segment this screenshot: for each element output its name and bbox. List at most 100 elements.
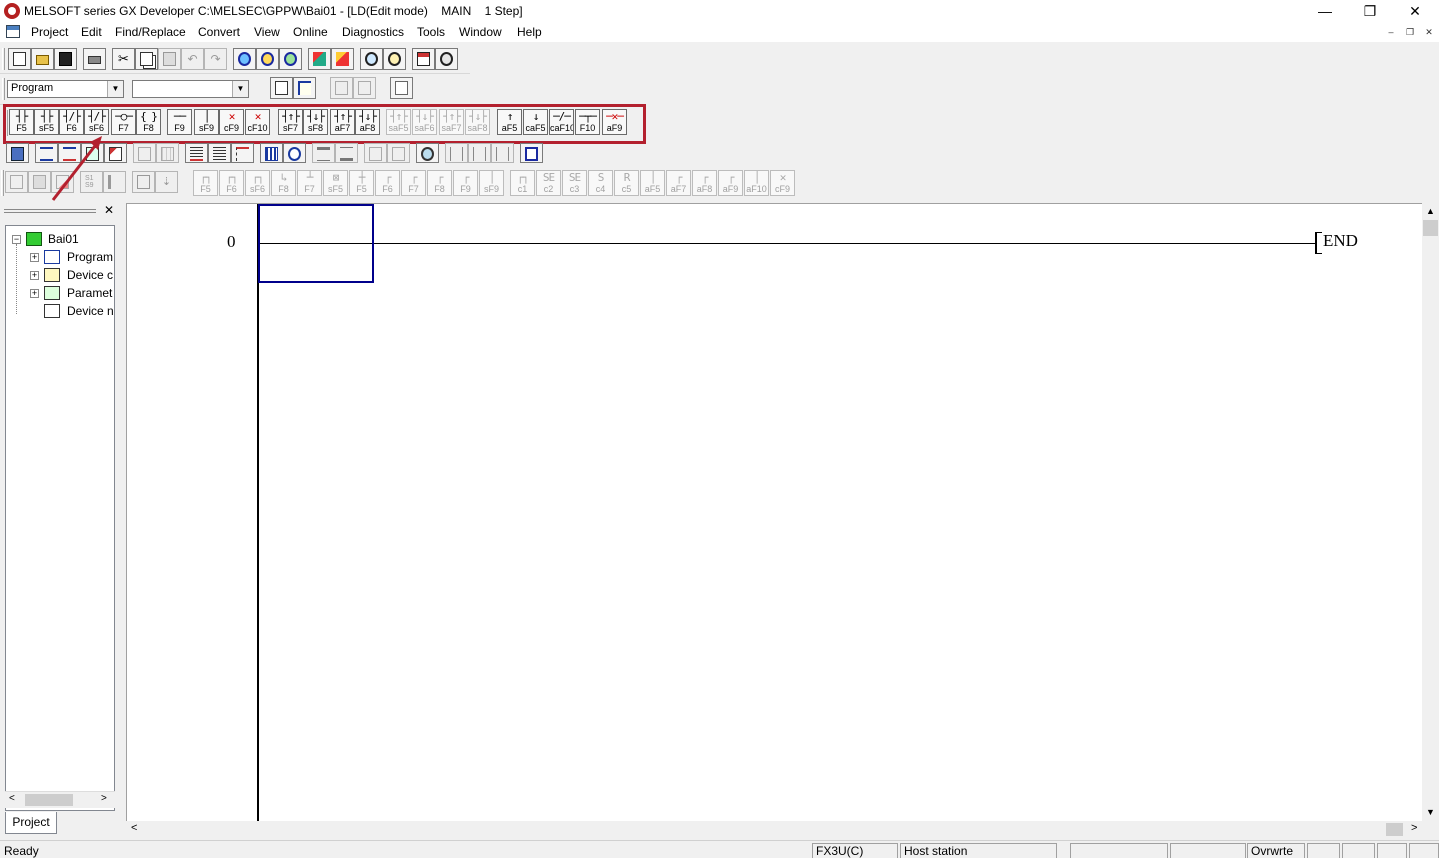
project-panel-header[interactable]: ✕	[2, 203, 118, 219]
expand-icon[interactable]: +	[30, 271, 39, 280]
redo-button[interactable]: ↷	[204, 48, 227, 70]
window-right-button[interactable]	[387, 143, 410, 163]
document-icon[interactable]	[6, 25, 20, 38]
sfc-cf9-button[interactable]: ✕ cF9	[770, 170, 795, 196]
maximize-button[interactable]: ❐	[1347, 0, 1393, 22]
sfc-branch-f9-button[interactable]: ┌ F9	[453, 170, 478, 196]
mdi-minimize-button[interactable]: –	[1384, 26, 1398, 38]
convert-down-button[interactable]	[335, 143, 358, 163]
device-batch-button[interactable]	[6, 143, 29, 163]
cut-button[interactable]: ✂	[112, 48, 135, 70]
toolbar-grip[interactable]	[2, 78, 5, 100]
sfc-c3-button[interactable]: SE c3	[562, 170, 587, 196]
sfc-branch-f8-button[interactable]: ┌ F8	[427, 170, 452, 196]
sfc-parallel-coupling-button[interactable]: ┌ F7	[401, 170, 426, 196]
scroll-left-icon[interactable]: <	[9, 793, 15, 804]
write-to-plc-button[interactable]	[308, 48, 331, 70]
sfc-jump-button[interactable]	[5, 171, 28, 193]
sfc-c5-button[interactable]: Rc5	[614, 170, 639, 196]
comment-button[interactable]	[390, 77, 413, 99]
edit-read-button[interactable]	[208, 143, 231, 163]
menu-window[interactable]: Window	[459, 25, 502, 39]
editor-vertical-scrollbar[interactable]: ▲ ▼	[1422, 203, 1439, 821]
sfc-c1-button[interactable]: ┌┐ c1	[510, 170, 535, 196]
scroll-thumb[interactable]	[1386, 823, 1403, 836]
scroll-thumb[interactable]	[25, 794, 73, 806]
chevron-down-icon[interactable]: ▼	[232, 81, 248, 97]
sfc-af10-button[interactable]: │ aF10	[744, 170, 769, 196]
close-button[interactable]: ✕	[1392, 0, 1438, 22]
window-left-button[interactable]	[364, 143, 387, 163]
sfc-list-button[interactable]	[353, 77, 376, 99]
list-program-button[interactable]	[270, 77, 293, 99]
expand-icon[interactable]: +	[30, 253, 39, 262]
new-project-button[interactable]	[8, 48, 31, 70]
menu-find-replace[interactable]: Find/Replace	[115, 25, 186, 39]
scroll-right-icon[interactable]: >	[101, 793, 107, 804]
data-name-combo[interactable]: ▼	[132, 80, 249, 98]
menu-diagnostics[interactable]: Diagnostics	[342, 25, 404, 39]
sfc-button[interactable]	[330, 77, 353, 99]
device-list-button[interactable]	[260, 143, 283, 163]
copy-button[interactable]	[135, 48, 158, 70]
toolbar-grip[interactable]	[2, 48, 5, 70]
sfc-transition-button[interactable]: ┴ F7	[297, 170, 322, 196]
sfc-step-button[interactable]: ┌┐ F5	[193, 170, 218, 196]
scroll-up-icon[interactable]: ▲	[1426, 206, 1435, 216]
read-mode-button[interactable]	[231, 143, 254, 163]
undo-button[interactable]: ↶	[181, 48, 204, 70]
panel-grip[interactable]	[4, 209, 96, 213]
tree-item-label[interactable]: Device c	[67, 268, 113, 282]
tree-horizontal-scrollbar[interactable]: < >	[5, 791, 115, 808]
search-device-button[interactable]	[416, 143, 439, 163]
editor-horizontal-scrollbar[interactable]: < >	[126, 821, 1422, 838]
minimize-button[interactable]: —	[1302, 0, 1348, 22]
insert-row-button[interactable]	[445, 143, 468, 163]
menu-help[interactable]: Help	[517, 25, 542, 39]
menu-tools[interactable]: Tools	[417, 25, 445, 39]
collapse-icon[interactable]: −	[12, 235, 21, 244]
menu-convert[interactable]: Convert	[198, 25, 240, 39]
sfc-c2-button[interactable]: SE c2	[536, 170, 561, 196]
save-button[interactable]	[54, 48, 77, 70]
menu-project[interactable]: Project	[31, 25, 68, 39]
melsoft-app-icon[interactable]	[4, 3, 20, 19]
ladder-cursor[interactable]	[258, 204, 374, 283]
screen-display-button[interactable]	[520, 143, 543, 163]
sfc-af5-button[interactable]: │ aF5	[640, 170, 665, 196]
sfc-c4-button[interactable]: Sc4	[588, 170, 613, 196]
sfc-block-start-button[interactable]: ┌┐ F6	[219, 170, 244, 196]
program-check-button[interactable]	[412, 48, 435, 70]
device-search-button[interactable]	[233, 48, 256, 70]
sfc-af7-button[interactable]: ┌ aF7	[666, 170, 691, 196]
sfc-selective-branch-button[interactable]: ⊠ sF5	[323, 170, 348, 196]
sfc-af9-button[interactable]: ┌ aF9	[718, 170, 743, 196]
edit-write-button[interactable]	[185, 143, 208, 163]
print-button[interactable]	[83, 48, 106, 70]
sfc-grid-button[interactable]	[132, 171, 155, 193]
sfc-selective-coupling-button[interactable]: ┌ F6	[375, 170, 400, 196]
menu-online[interactable]: Online	[293, 25, 328, 39]
sfc-parallel-branch-button[interactable]: ┼ F5	[349, 170, 374, 196]
scroll-down-icon[interactable]: ▼	[1426, 807, 1435, 817]
sfc-expand-button[interactable]: ⇣	[155, 171, 178, 193]
tab-project[interactable]: Project	[5, 812, 57, 834]
data-type-combo[interactable]: Program ▼	[7, 80, 124, 98]
entry-data-monitor-button[interactable]	[435, 48, 458, 70]
sfc-jump-transition-button[interactable]: ↳ F8	[271, 170, 296, 196]
delete-row-button[interactable]	[468, 143, 491, 163]
tree-item-label[interactable]: Paramet	[67, 286, 112, 300]
mdi-restore-button[interactable]: ❐	[1403, 26, 1417, 38]
ladder-editor[interactable]: 0 END	[126, 203, 1422, 822]
contact-coil-search-button[interactable]	[279, 48, 302, 70]
paste-button[interactable]	[158, 48, 181, 70]
tree-item-label[interactable]: Device n	[67, 304, 114, 318]
menu-view[interactable]: View	[254, 25, 280, 39]
convert-up-button[interactable]	[312, 143, 335, 163]
monitor-all-button[interactable]	[383, 48, 406, 70]
expand-icon[interactable]: +	[30, 289, 39, 298]
menu-edit[interactable]: Edit	[81, 25, 102, 39]
insert-column-button[interactable]	[491, 143, 514, 163]
chevron-down-icon[interactable]: ▼	[107, 81, 123, 97]
scroll-left-icon[interactable]: <	[131, 822, 137, 834]
